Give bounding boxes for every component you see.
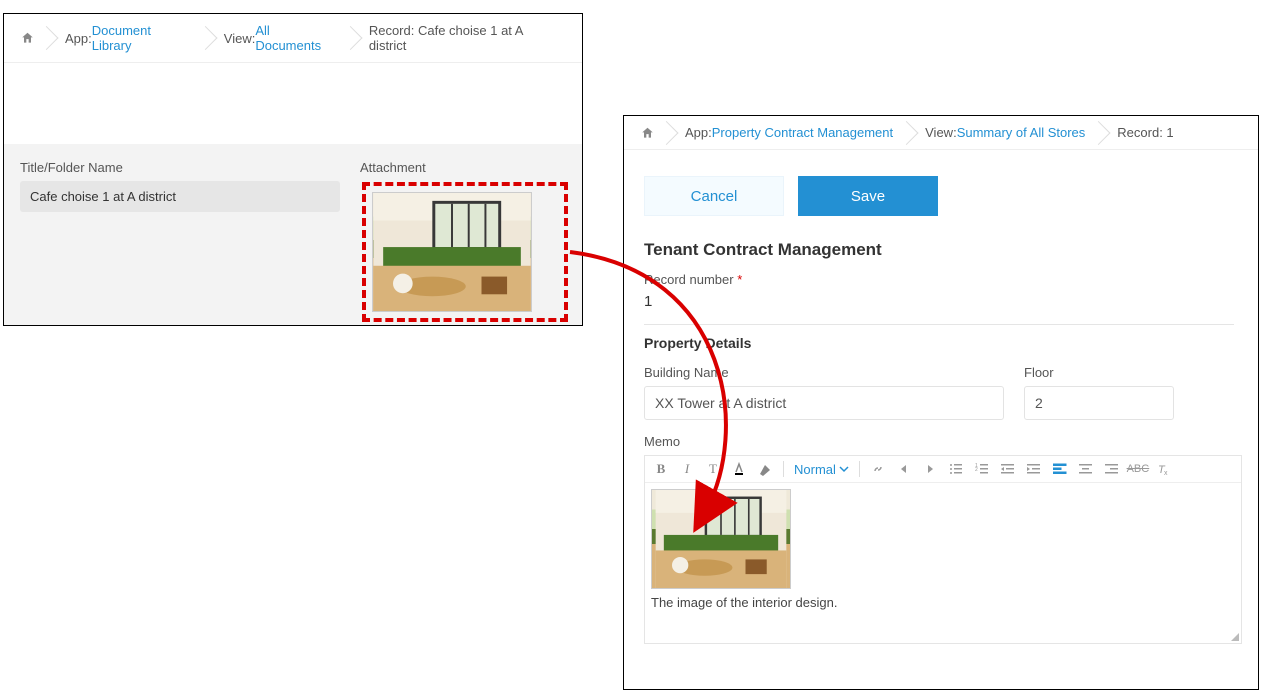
breadcrumb-app-link: Document Library (92, 23, 192, 53)
bold-icon[interactable]: B (653, 461, 669, 477)
memo-label: Memo (644, 434, 680, 449)
divider (644, 324, 1234, 325)
breadcrumb-app[interactable]: App: Property Contract Management (667, 122, 907, 143)
home-icon (640, 126, 655, 140)
breadcrumb-app-link: Property Contract Management (712, 125, 893, 140)
attachment-highlight (362, 182, 568, 322)
editor-content[interactable]: The image of the interior design. (645, 483, 1241, 643)
breadcrumb-app-prefix: App: (685, 125, 712, 140)
breadcrumb-record: Record: Cafe choise 1 at A district (351, 20, 574, 56)
column-attachment-label: Attachment (360, 160, 426, 175)
breadcrumb: App: Property Contract Management View: … (624, 116, 1258, 150)
breadcrumb: App: Document Library View: All Document… (4, 14, 582, 63)
breadcrumb-view-prefix: View: (224, 31, 256, 46)
section-property-details: Property Details (644, 335, 1238, 351)
breadcrumb-view-prefix: View: (925, 125, 957, 140)
page-title: Tenant Contract Management (644, 240, 1238, 260)
breadcrumb-view[interactable]: View: All Documents (206, 20, 351, 56)
redo-icon[interactable] (922, 461, 938, 477)
breadcrumb-app-prefix: App: (65, 31, 92, 46)
memo-caption: The image of the interior design. (651, 595, 1235, 610)
indent-icon[interactable] (1026, 461, 1042, 477)
record-number-label: Record number * (644, 272, 1238, 287)
interior-image-icon (652, 490, 790, 588)
toolbar-separator (783, 461, 784, 477)
outdent-icon[interactable] (1000, 461, 1016, 477)
svg-text:x: x (1164, 470, 1168, 476)
number-list-icon[interactable]: 12 (974, 461, 990, 477)
rich-text-editor: B I T Normal 12 (644, 455, 1242, 644)
undo-icon[interactable] (896, 461, 912, 477)
bullet-list-icon[interactable] (948, 461, 964, 477)
align-right-icon[interactable] (1104, 461, 1120, 477)
align-center-icon[interactable] (1078, 461, 1094, 477)
breadcrumb-record-text: Record: 1 (1117, 125, 1173, 140)
breadcrumb-record-text: Record: Cafe choise 1 at A district (369, 23, 560, 53)
building-name-input[interactable] (644, 386, 1004, 420)
form-body: Cancel Save Tenant Contract Management R… (624, 150, 1258, 654)
record-number-label-text: Record number (644, 272, 734, 287)
save-button[interactable]: Save (798, 176, 938, 216)
breadcrumb-view[interactable]: View: Summary of All Stores (907, 122, 1099, 143)
format-dropdown[interactable]: Normal (794, 462, 849, 477)
clear-format-icon[interactable]: Tx (1156, 461, 1172, 477)
highlight-icon[interactable] (757, 461, 773, 477)
breadcrumb-view-link: Summary of All Stores (957, 125, 1086, 140)
align-left-icon[interactable] (1052, 461, 1068, 477)
link-icon[interactable] (870, 461, 886, 477)
breadcrumb-home[interactable] (632, 123, 667, 143)
format-label: Normal (794, 462, 836, 477)
interior-image-icon (373, 193, 531, 311)
strikethrough-icon[interactable]: ABC (1130, 461, 1146, 477)
property-contract-panel: App: Property Contract Management View: … (623, 115, 1259, 690)
floor-input[interactable] (1024, 386, 1174, 420)
text-color-icon[interactable] (731, 461, 747, 477)
editor-toolbar: B I T Normal 12 (645, 456, 1241, 483)
breadcrumb-app[interactable]: App: Document Library (47, 20, 206, 56)
document-library-panel: App: Document Library View: All Document… (3, 13, 583, 326)
breadcrumb-record: Record: 1 (1099, 122, 1187, 143)
required-asterisk: * (737, 272, 742, 287)
column-title-label: Title/Folder Name (20, 160, 360, 175)
attachment-thumbnail[interactable] (372, 192, 532, 312)
svg-text:2: 2 (975, 467, 978, 473)
toolbar-separator (859, 461, 860, 477)
floor-label: Floor (1024, 365, 1174, 380)
record-number-value: 1 (644, 293, 1238, 310)
cancel-button[interactable]: Cancel (644, 176, 784, 216)
text-size-icon[interactable]: T (705, 461, 721, 477)
building-name-label: Building Name (644, 365, 1004, 380)
resize-handle-icon[interactable] (1231, 633, 1239, 641)
chevron-down-icon (839, 464, 849, 474)
title-folder-value: Cafe choise 1 at A district (20, 181, 340, 212)
breadcrumb-home[interactable] (12, 28, 47, 48)
record-body: Title/Folder Name Attachment Cafe choise… (4, 144, 582, 325)
breadcrumb-view-link: All Documents (255, 23, 337, 53)
home-icon (20, 31, 35, 45)
italic-icon[interactable]: I (679, 461, 695, 477)
inserted-image[interactable] (651, 489, 791, 589)
